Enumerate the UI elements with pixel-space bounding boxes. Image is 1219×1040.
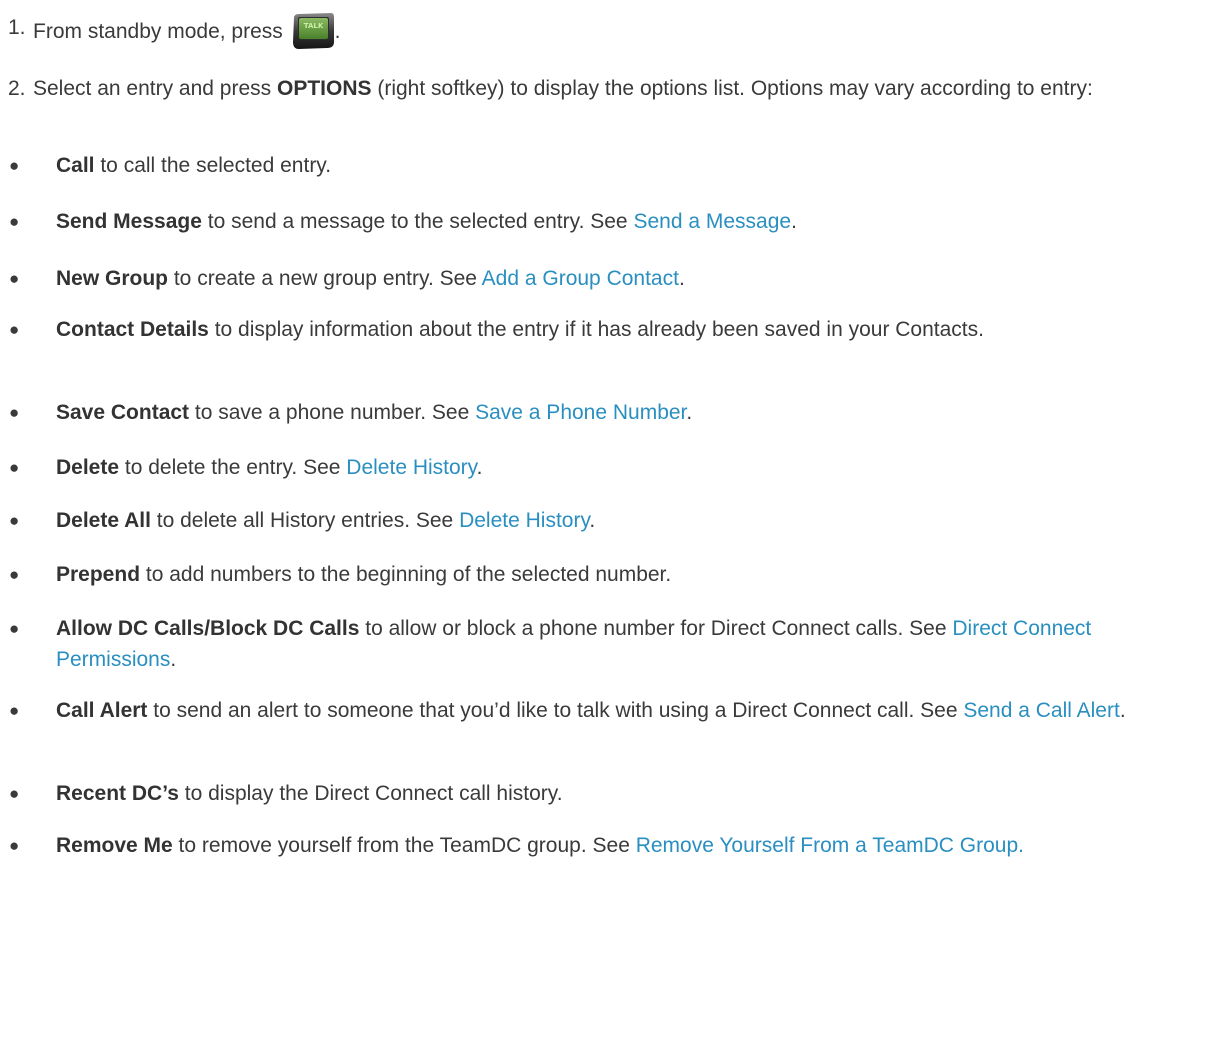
option-item: ● New Group to create a new group entry. … [0, 263, 1219, 299]
option-name: New Group [56, 267, 169, 290]
option-description: to allow or block a phone number for Dir… [359, 617, 953, 640]
bullet-icon: ● [9, 619, 20, 638]
svg-text:TALK: TALK [303, 22, 323, 30]
option-text: New Group to create a new group entry. S… [56, 263, 1206, 294]
option-name: Call [56, 154, 95, 177]
option-punctuation: . [589, 509, 596, 532]
cross-reference-link[interactable]: Add a Group Contact [482, 267, 679, 290]
step-text: From standby mode, press [33, 20, 283, 43]
cross-reference-link[interactable]: Save a Phone Number [475, 401, 686, 424]
option-text: Prepend to add numbers to the beginning … [56, 559, 1206, 590]
option-text: Call to call the selected entry. [56, 150, 1206, 181]
option-text: Delete All to delete all History entries… [56, 505, 1206, 536]
option-item: ● Send Message to send a message to the s… [0, 206, 1219, 242]
cross-reference-link[interactable]: Delete History [346, 456, 476, 479]
option-item: ● Delete All to delete all History entrie… [0, 505, 1219, 541]
option-punctuation: . [678, 267, 685, 290]
option-description: to send a message to the selected entry.… [201, 210, 634, 233]
option-text: Remove Me to remove yourself from the Te… [56, 830, 1206, 861]
option-name: Delete All [56, 509, 151, 532]
option-item: ● Save Contact to save a phone number. Se… [0, 397, 1219, 433]
bullet-icon: ● [9, 269, 20, 288]
option-text: Recent DC’s to display the Direct Connec… [56, 778, 1206, 809]
option-item: ● Call Alert to send an alert to someone … [0, 695, 1219, 757]
options-softkey-label: OPTIONS [276, 77, 372, 100]
step-1-period: . [334, 20, 341, 43]
option-name: Contact Details [56, 318, 209, 341]
option-name: Delete [56, 456, 120, 479]
option-punctuation: . [170, 648, 177, 671]
step-number: 1. [8, 16, 26, 39]
step-2: 2. Select an entry and press OPTIONS (ri… [0, 73, 1219, 135]
option-description: to send an alert to someone that you’d l… [147, 699, 964, 722]
bullet-icon: ● [9, 212, 20, 231]
option-name: Call Alert [56, 699, 148, 722]
option-name: Allow DC Calls/Block DC Calls [56, 617, 360, 640]
option-text: Delete to delete the entry. See Delete H… [56, 452, 1206, 483]
step-number: 2. [8, 77, 26, 100]
bullet-icon: ● [9, 320, 20, 339]
option-name: Recent DC’s [56, 782, 179, 805]
option-punctuation: . [476, 456, 483, 479]
option-description: to create a new group entry. See [168, 267, 482, 290]
option-name: Send Message [56, 210, 202, 233]
option-item: ● Allow DC Calls/Block DC Calls to allow … [0, 613, 1219, 675]
option-description: to remove yourself from the TeamDC group… [172, 834, 636, 857]
option-description: to display the Direct Connect call histo… [178, 782, 563, 805]
option-text: Contact Details to display information a… [56, 314, 1206, 345]
option-punctuation: . [686, 401, 693, 424]
option-description: to delete all History entries. See [150, 509, 460, 532]
option-name: Save Contact [56, 401, 190, 424]
option-item: ● Recent DC’s to display the Direct Conne… [0, 778, 1219, 814]
step-1: 1. From standby mode, press TALK . [0, 12, 1219, 52]
option-description: to add numbers to the beginning of the s… [140, 563, 672, 586]
cross-reference-link[interactable]: Remove Yourself From a TeamDC Group. [636, 834, 1024, 857]
option-item: ● Remove Me to remove yourself from the T… [0, 830, 1219, 892]
option-item: ● Prepend to add numbers to the beginning… [0, 559, 1219, 595]
bullet-icon: ● [9, 836, 20, 855]
bullet-icon: ● [9, 511, 20, 530]
option-punctuation: . [1119, 699, 1126, 722]
option-name: Remove Me [56, 834, 173, 857]
cross-reference-link[interactable]: Send a Message [633, 210, 791, 233]
option-punctuation: . [791, 210, 797, 233]
bullet-icon: ● [9, 156, 20, 175]
step-text: (right softkey) to display the options l… [371, 77, 1093, 100]
option-name: Prepend [56, 563, 141, 586]
bullet-icon: ● [9, 403, 20, 422]
option-text: Call Alert to send an alert to someone t… [56, 695, 1206, 726]
option-item: ● Call to call the selected entry. [0, 150, 1219, 186]
option-description: to display information about the entry i… [208, 318, 984, 341]
bullet-icon: ● [9, 701, 20, 720]
option-description: to call the selected entry. [94, 154, 332, 177]
talk-key-icon: TALK [291, 12, 335, 50]
option-text: Save Contact to save a phone number. See… [56, 397, 1206, 428]
bullet-icon: ● [9, 458, 20, 477]
option-description: to save a phone number. See [189, 401, 476, 424]
option-text: Allow DC Calls/Block DC Calls to allow o… [56, 613, 1206, 675]
cross-reference-link[interactable]: Delete History [459, 509, 589, 532]
option-item: ● Delete to delete the entry. See Delete … [0, 452, 1219, 488]
option-description: to delete the entry. See [119, 456, 347, 479]
bullet-icon: ● [9, 565, 20, 584]
option-item: ● Contact Details to display information … [0, 314, 1219, 376]
cross-reference-link[interactable]: Send a Call Alert [963, 699, 1119, 722]
option-text: Send Message to send a message to the se… [56, 206, 1206, 237]
step-text: Select an entry and press [33, 77, 277, 100]
bullet-icon: ● [9, 784, 20, 803]
